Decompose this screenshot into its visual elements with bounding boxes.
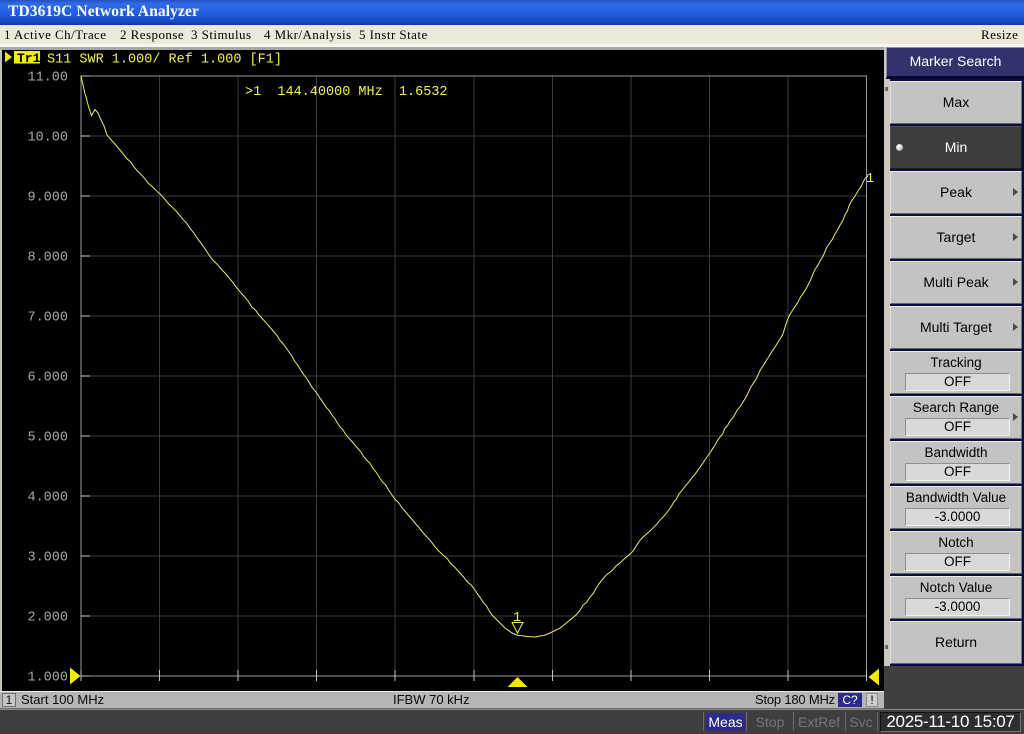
svg-text:4.000: 4.000: [27, 491, 68, 506]
svg-text:1: 1: [513, 611, 521, 626]
svg-text:>1 144.40000 MHz 1.6532: >1 144.40000 MHz 1.6532: [245, 85, 448, 100]
svg-text:1.000: 1.000: [27, 671, 68, 686]
svg-text:7.000: 7.000: [27, 311, 68, 326]
svg-text:9.000: 9.000: [27, 191, 68, 206]
svg-text:2.000: 2.000: [27, 611, 68, 626]
svg-text:11.00: 11.00: [27, 71, 68, 86]
svg-text:5.000: 5.000: [27, 431, 68, 446]
svg-text:S11 SWR 1.000/ Ref 1.000 [F1]: S11 SWR 1.000/ Ref 1.000 [F1]: [47, 53, 282, 68]
svg-text:Tr1: Tr1: [17, 51, 41, 66]
svg-text:6.000: 6.000: [27, 371, 68, 386]
svg-text:8.000: 8.000: [27, 251, 68, 266]
svg-text:10.00: 10.00: [27, 131, 68, 146]
svg-text:3.000: 3.000: [27, 551, 68, 566]
svg-text:1: 1: [866, 172, 874, 187]
